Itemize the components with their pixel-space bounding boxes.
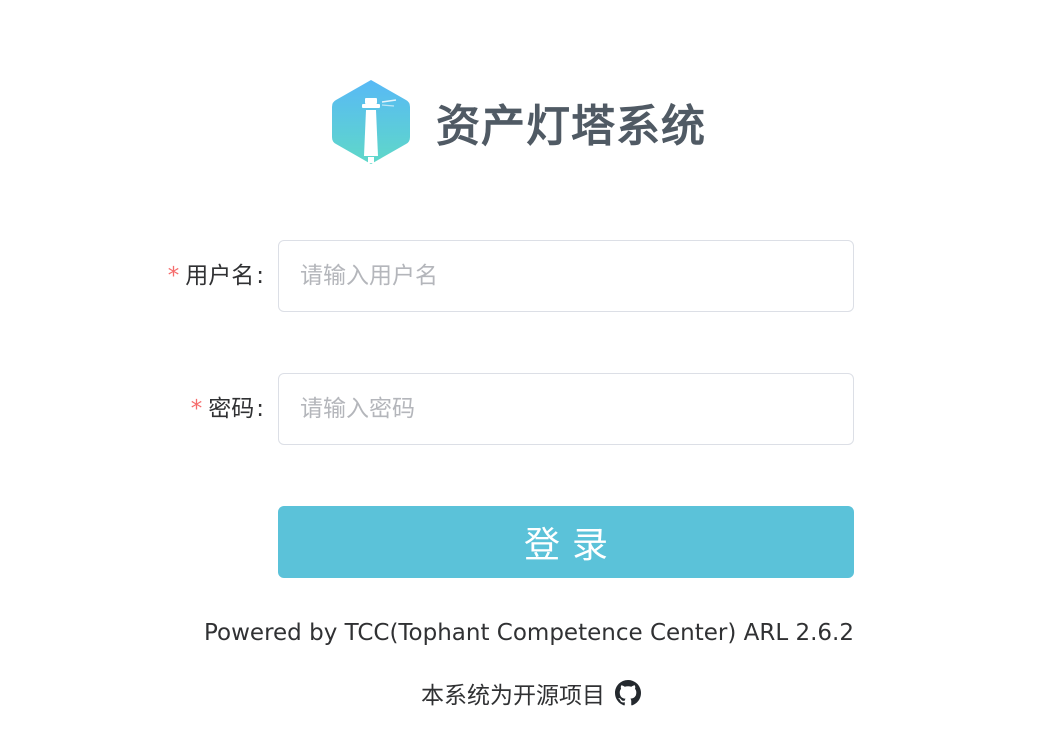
required-mark: *: [167, 263, 180, 289]
login-button[interactable]: 登录: [278, 506, 854, 578]
label-colon: :: [256, 396, 264, 422]
required-mark: *: [190, 396, 203, 422]
open-source-text: 本系统为开源项目: [421, 683, 605, 709]
username-label: * 用户名:: [168, 240, 264, 312]
page-title: 资产灯塔系统: [436, 101, 706, 152]
powered-by-text: Powered by TCC(Tophant Competence Center…: [204, 620, 854, 646]
password-row: * 密码:: [0, 373, 1062, 445]
username-label-text: 用户名: [185, 263, 255, 289]
label-colon: :: [256, 263, 264, 289]
brand-header: 资产灯塔系统: [330, 78, 706, 166]
password-input[interactable]: [278, 373, 854, 445]
login-page: 资产灯塔系统 *用户名: *密码: 登录 Powered by TCC(Toph…: [0, 0, 1062, 750]
password-label-text: 密码: [208, 396, 255, 422]
open-source-link[interactable]: 本系统为开源项目: [0, 676, 1062, 710]
username-input[interactable]: [278, 240, 854, 312]
password-label: * 密码:: [191, 373, 264, 445]
github-icon[interactable]: [615, 680, 641, 706]
username-row: * 用户名:: [0, 240, 1062, 312]
lighthouse-hexagon-icon: [332, 80, 410, 164]
